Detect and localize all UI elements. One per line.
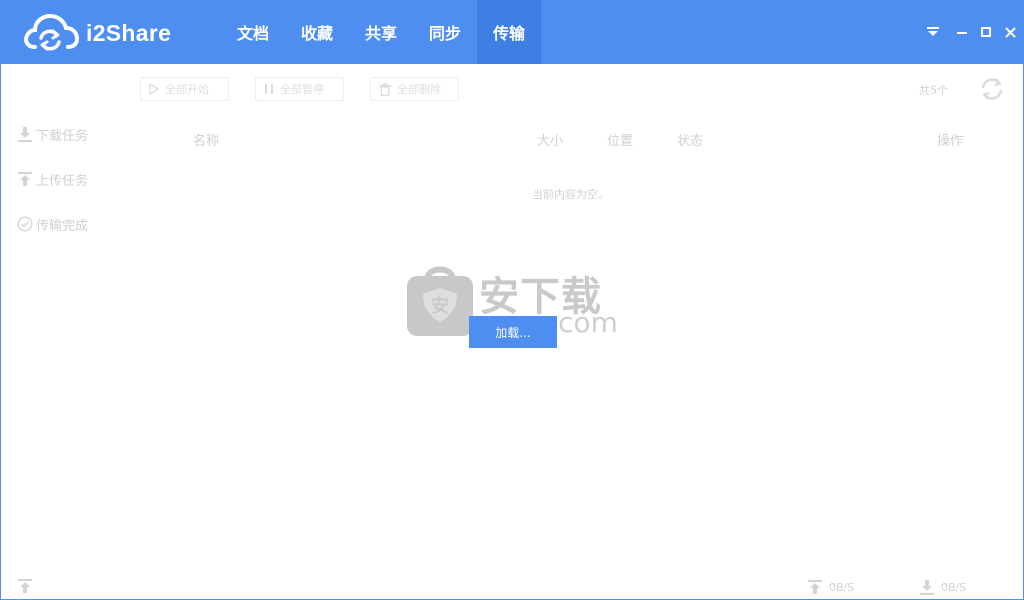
- column-location[interactable]: 位置: [607, 130, 633, 149]
- upload-speed-icon: [808, 580, 822, 594]
- download-icon: [18, 127, 32, 142]
- empty-state-message: 当前内容为空。: [532, 188, 609, 201]
- start-all-label: 全部开始: [165, 83, 209, 96]
- pause-all-button[interactable]: 全部暂停: [255, 77, 344, 101]
- download-speed-icon: [920, 580, 934, 595]
- play-icon: [149, 83, 159, 95]
- upload-icon[interactable]: [17, 578, 33, 594]
- upload-speed-value: 0B/S: [829, 580, 855, 594]
- app-window: i2Share 文档 收藏 共享 同步 传输 下载任务 上传任务 传输完成 全部…: [0, 0, 1024, 600]
- item-count: 共5个: [919, 84, 948, 97]
- tab-favorites[interactable]: 收藏: [285, 0, 349, 64]
- column-name[interactable]: 名称: [193, 130, 219, 149]
- upload-speed: 0B/S: [807, 579, 854, 595]
- sidebar-item-label: 传输完成: [36, 218, 89, 234]
- tab-shared[interactable]: 共享: [349, 0, 413, 64]
- watermark-badge: 安: [431, 295, 449, 317]
- check-circle-icon: [17, 216, 33, 232]
- start-all-button[interactable]: 全部开始: [140, 77, 229, 101]
- sidebar: 下载任务 上传任务 传输完成: [1, 64, 121, 564]
- trash-icon: [379, 82, 391, 96]
- pause-all-label: 全部暂停: [280, 83, 324, 96]
- pause-icon: [265, 84, 273, 94]
- loading-indicator: 加载...: [469, 316, 557, 348]
- minimize-icon[interactable]: [952, 22, 972, 42]
- cloud-sync-logo-icon: [24, 13, 79, 51]
- tab-documents[interactable]: 文档: [221, 0, 285, 64]
- refresh-icon[interactable]: [979, 76, 1005, 102]
- close-icon[interactable]: [1000, 22, 1020, 42]
- title-bar: i2Share 文档 收藏 共享 同步 传输: [1, 0, 1024, 64]
- dropdown-icon[interactable]: [923, 22, 943, 42]
- upload-icon: [18, 172, 32, 186]
- main-nav: 文档 收藏 共享 同步 传输: [221, 0, 541, 64]
- column-action: 操作: [937, 134, 964, 149]
- column-size[interactable]: 大小: [537, 130, 563, 149]
- watermark-logo: 安: [407, 266, 473, 336]
- delete-all-label: 全部删除: [397, 83, 441, 96]
- sidebar-item-label: 下载任务: [36, 128, 89, 144]
- maximize-icon[interactable]: [976, 22, 996, 42]
- delete-all-button[interactable]: 全部删除: [370, 77, 459, 101]
- tab-sync[interactable]: 同步: [413, 0, 477, 64]
- app-name: i2Share: [86, 20, 172, 46]
- download-speed-value: 0B/S: [941, 580, 967, 594]
- tab-transfer[interactable]: 传输: [477, 0, 541, 64]
- column-status[interactable]: 状态: [677, 130, 703, 149]
- sidebar-item-completed[interactable]: 传输完成: [17, 213, 88, 235]
- download-speed: 0B/S: [919, 579, 966, 595]
- sidebar-item-download[interactable]: 下载任务: [17, 123, 88, 145]
